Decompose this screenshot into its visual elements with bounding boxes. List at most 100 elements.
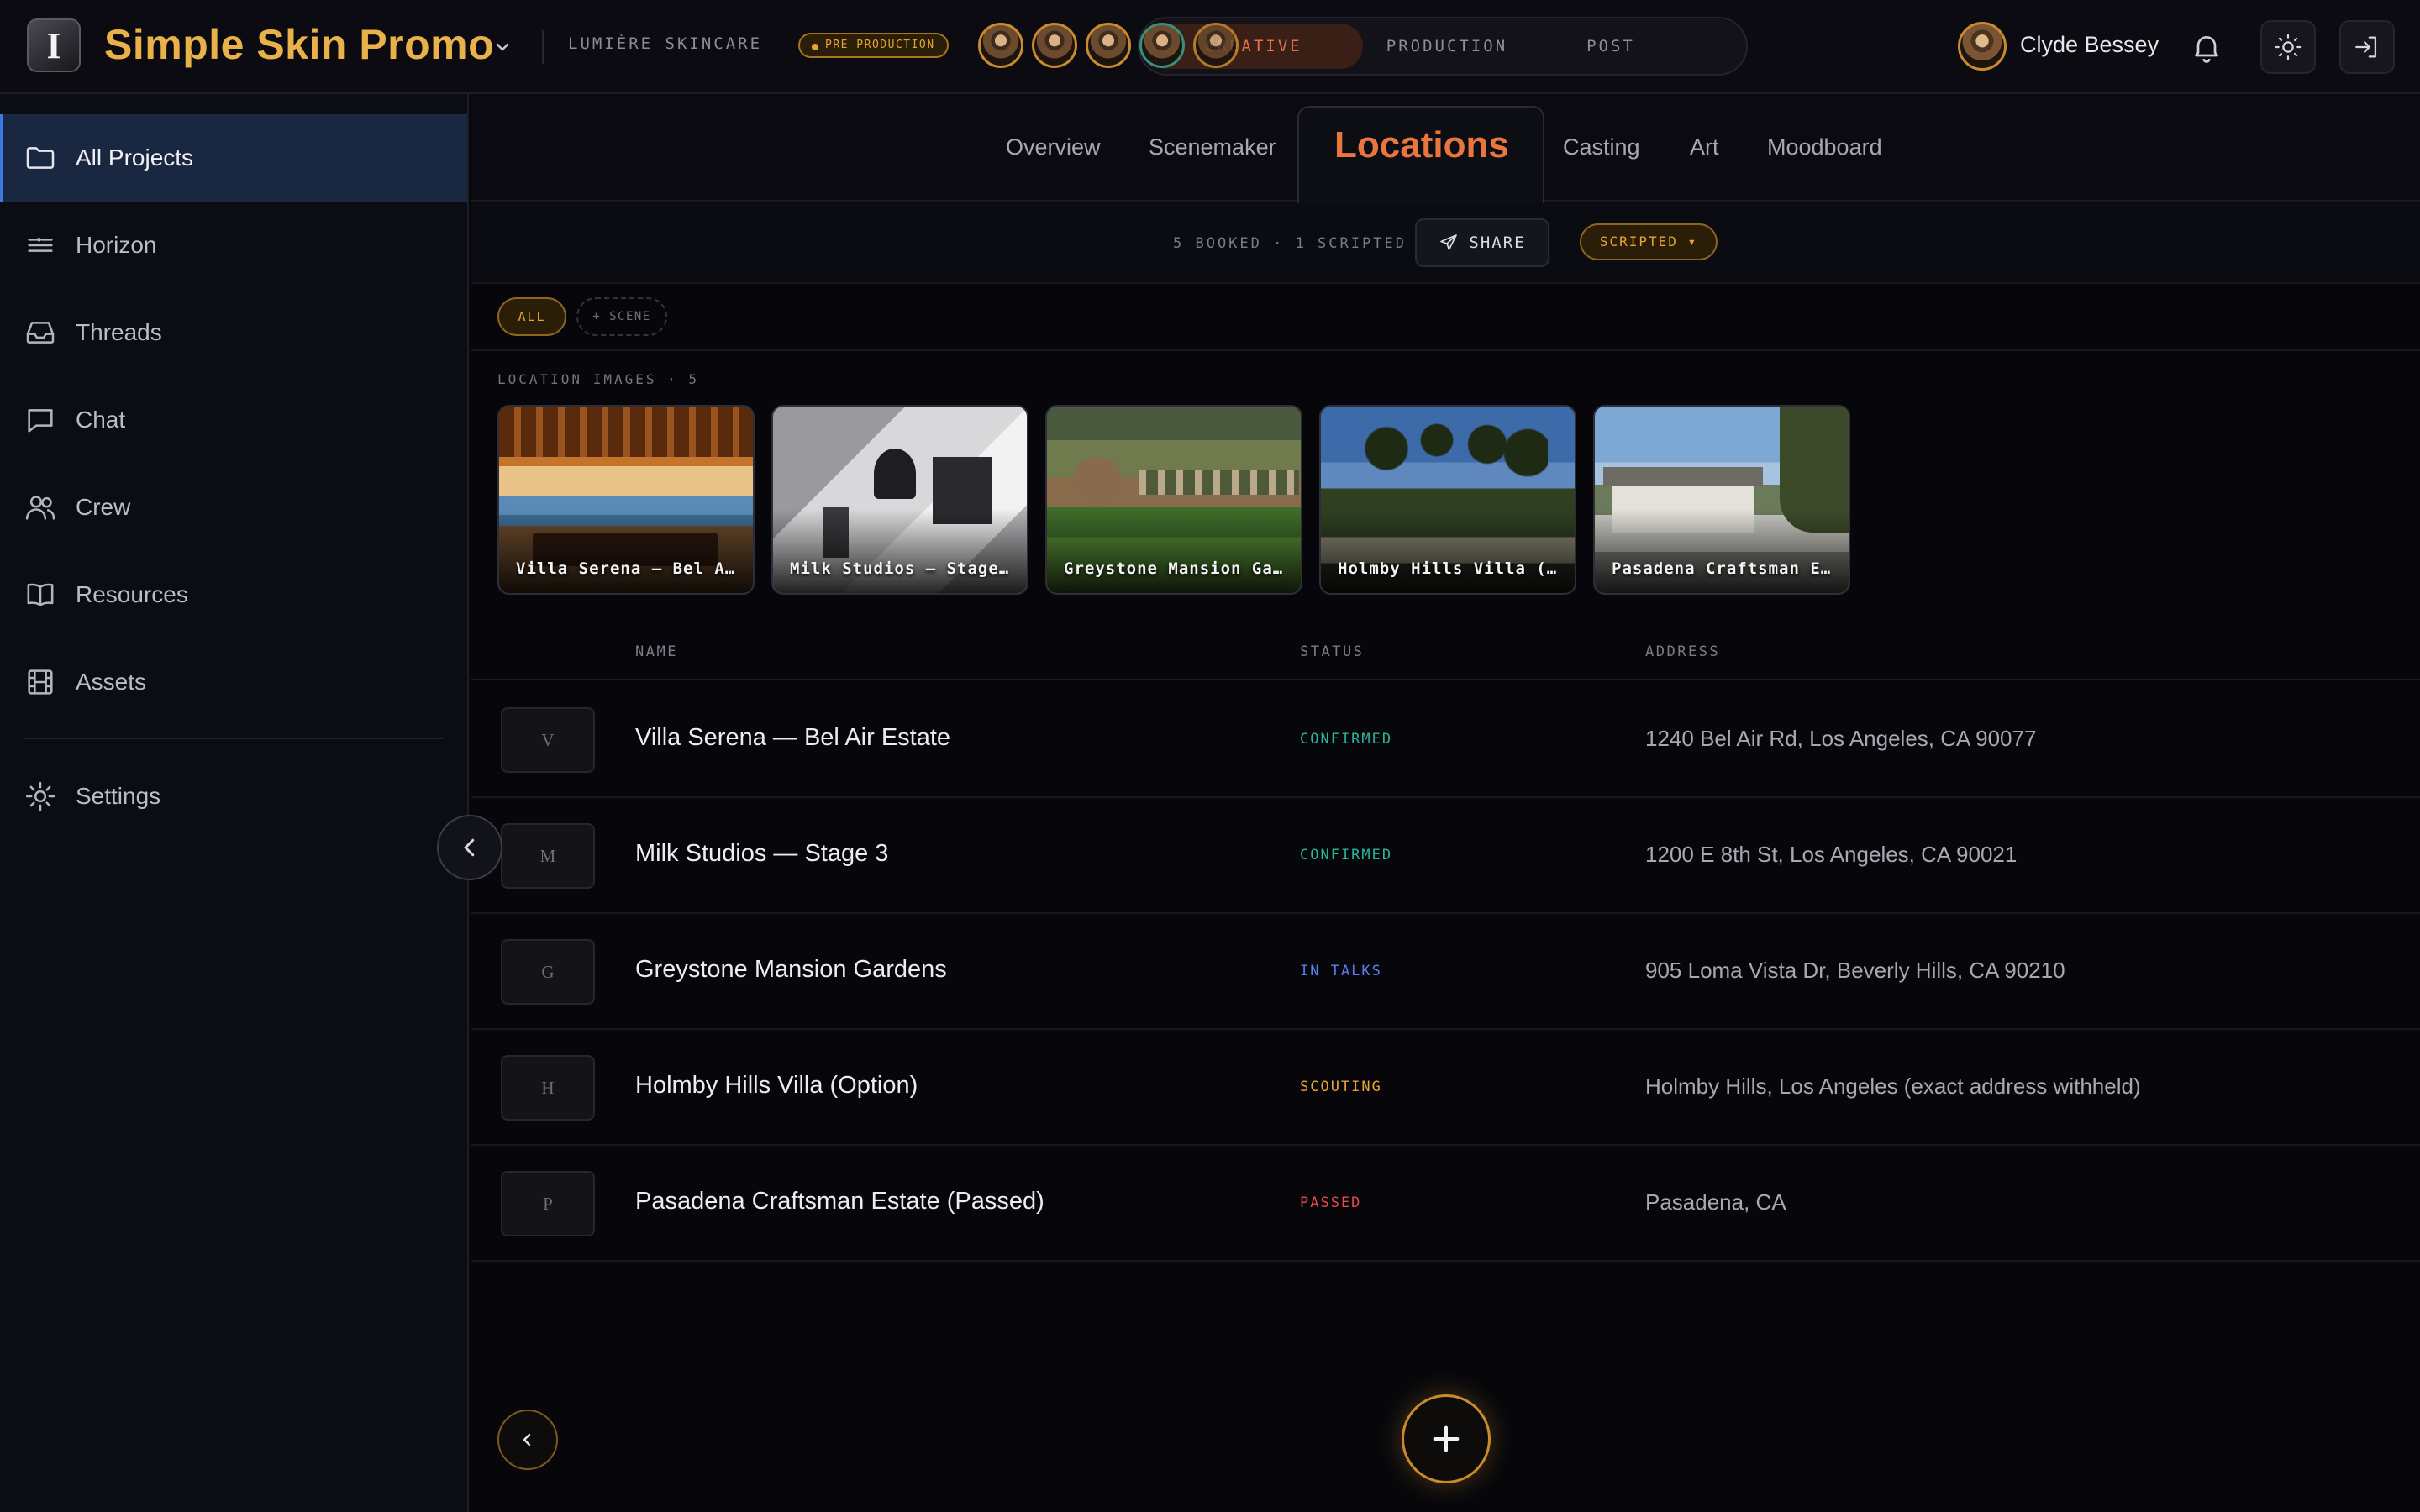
collapse-sidebar-button[interactable] [437,815,502,880]
chevron-down-icon[interactable] [491,35,514,59]
booking-summary: 5 BOOKED · 1 SCRIPTED [1173,235,1407,252]
sidebar-item-label: All Projects [76,144,194,171]
tab-scenemaker[interactable]: Scenemaker [1149,134,1276,160]
sidebar-item-crew[interactable]: Crew [0,464,467,551]
status-badge: CONFIRMED [1300,731,1393,748]
collaborator-avatar[interactable] [1139,23,1185,68]
location-thumbnail[interactable]: Pasadena Craftsman E… [1593,405,1850,595]
sidebar: All Projects Horizon Threads Chat Crew R… [0,94,469,1512]
back-button[interactable] [497,1410,558,1470]
sidebar-item-label: Settings [76,783,161,809]
table-header: NAME STATUS ADDRESS [471,632,2420,680]
sidebar-item-settings[interactable]: Settings [0,753,467,840]
thumbnail-caption: Villa Serena — Bel A… [516,559,736,578]
chevron-left-icon [523,1433,531,1446]
table-row[interactable]: P Pasadena Craftsman Estate (Passed) PAS… [471,1146,2420,1262]
status-badge: IN TALKS [1300,963,1382,979]
share-button[interactable]: SHARE [1415,218,1549,267]
sidebar-item-label: Threads [76,319,162,345]
column-header-name[interactable]: NAME [635,643,678,660]
gear-icon [25,781,55,811]
sidebar-divider [24,738,444,739]
phase-tab-post[interactable]: POST [1531,18,1691,74]
sidebar-item-label: Assets [76,669,147,695]
sidebar-item-threads[interactable]: Threads [0,289,467,376]
chat-icon [28,409,53,433]
sidebar-item-resources[interactable]: Resources [0,551,467,638]
thumbnail-caption: Pasadena Craftsman E… [1612,559,1832,578]
table-row[interactable]: G Greystone Mansion Gardens IN TALKS 905… [471,914,2420,1030]
location-thumbnail[interactable]: Milk Studios — Stage… [771,405,1028,595]
send-icon [1440,234,1458,250]
row-initial-tile: H [501,1055,595,1121]
user-name[interactable]: Clyde Bessey [2020,32,2159,58]
sidebar-item-label: Crew [76,494,131,520]
sidebar-item-assets[interactable]: Assets [0,638,467,726]
theme-toggle-button[interactable] [2260,20,2316,74]
top-bar: I Simple Skin Promo LUMIÈRE SKINCARE PRE… [0,0,2420,94]
plus-icon [1433,1425,1460,1452]
project-title[interactable]: Simple Skin Promo [104,20,494,69]
location-thumbnail[interactable]: Greystone Mansion Ga… [1045,405,1302,595]
app-logo[interactable]: I [27,18,81,72]
sidebar-item-label: Horizon [76,232,157,258]
scripted-filter-dropdown[interactable]: SCRIPTED ▾ [1580,223,1718,260]
title-divider [542,30,544,64]
thumbnail-caption: Holmby Hills Villa (… [1338,559,1558,578]
chevron-left-icon [464,838,475,857]
users-icon [25,496,55,520]
tab-art[interactable]: Art [1690,134,1719,160]
tab-casting[interactable]: Casting [1563,134,1640,160]
add-scene-filter-chip[interactable]: + SCENE [576,297,667,336]
row-initial-tile: G [501,939,595,1005]
user-avatar[interactable] [1958,22,2007,71]
table-row[interactable]: V Villa Serena — Bel Air Estate CONFIRME… [471,682,2420,798]
thumbnail-caption: Greystone Mansion Ga… [1064,559,1284,578]
phase-tab-production[interactable]: PRODUCTION [1363,18,1531,74]
logout-button[interactable] [2339,20,2395,74]
column-header-address[interactable]: ADDRESS [1645,643,1720,660]
location-name: Milk Studios — Stage 3 [635,840,889,867]
row-initial-tile: P [501,1171,595,1236]
table-row[interactable]: M Milk Studios — Stage 3 CONFIRMED 1200 … [471,798,2420,914]
location-name: Villa Serena — Bel Air Estate [635,724,951,751]
inbox-icon [26,322,55,344]
collaborator-avatar[interactable] [1086,23,1131,68]
bell-icon [2195,36,2218,63]
tab-moodboard[interactable]: Moodboard [1767,134,1882,160]
status-badge: SCOUTING [1300,1079,1382,1095]
sidebar-item-chat[interactable]: Chat [0,376,467,464]
add-location-button[interactable] [1402,1394,1491,1483]
location-address: 1240 Bel Air Rd, Los Angeles, CA 90077 [1645,726,2037,751]
row-initial-tile: M [501,823,595,889]
tab-overview[interactable]: Overview [1006,134,1101,160]
sidebar-item-all-projects[interactable]: All Projects [0,114,467,202]
location-address: 905 Loma Vista Dr, Beverly Hills, CA 902… [1645,958,2065,983]
sidebar-item-label: Resources [76,581,188,607]
row-initial-tile: V [501,707,595,773]
location-name: Pasadena Craftsman Estate (Passed) [635,1188,1044,1215]
main-content: Overview Scenemaker Locations Casting Ar… [471,94,2420,1512]
table-row[interactable]: H Holmby Hills Villa (Option) SCOUTING H… [471,1030,2420,1146]
client-name: LUMIÈRE SKINCARE [568,34,763,53]
location-address: 1200 E 8th St, Los Angeles, CA 90021 [1645,842,2018,867]
collaborator-avatar[interactable] [978,23,1023,68]
sidebar-item-horizon[interactable]: Horizon [0,202,467,289]
location-address: Holmby Hills, Los Angeles (exact address… [1645,1074,2141,1099]
phase-badge: PRE-PRODUCTION [798,33,949,58]
collaborator-avatar[interactable] [1193,23,1239,68]
notifications-button[interactable] [2181,25,2232,69]
location-address: Pasadena, CA [1645,1189,1786,1215]
filter-chip-all[interactable]: ALL [497,297,566,336]
tab-locations[interactable]: Locations [1334,124,1509,166]
sun-icon [2275,34,2302,60]
status-badge: PASSED [1300,1194,1362,1211]
collaborator-avatar[interactable] [1032,23,1077,68]
location-thumbnail[interactable]: Villa Serena — Bel A… [497,405,755,595]
locations-toolbar: 5 BOOKED · 1 SCRIPTED SHARE SCRIPTED ▾ [471,203,2420,284]
location-name: Holmby Hills Villa (Option) [635,1072,918,1099]
app-logo-letter: I [46,24,61,66]
gallery-label: LOCATION IMAGES · 5 [497,371,700,387]
column-header-status[interactable]: STATUS [1300,643,1364,660]
location-thumbnail[interactable]: Holmby Hills Villa (… [1319,405,1576,595]
